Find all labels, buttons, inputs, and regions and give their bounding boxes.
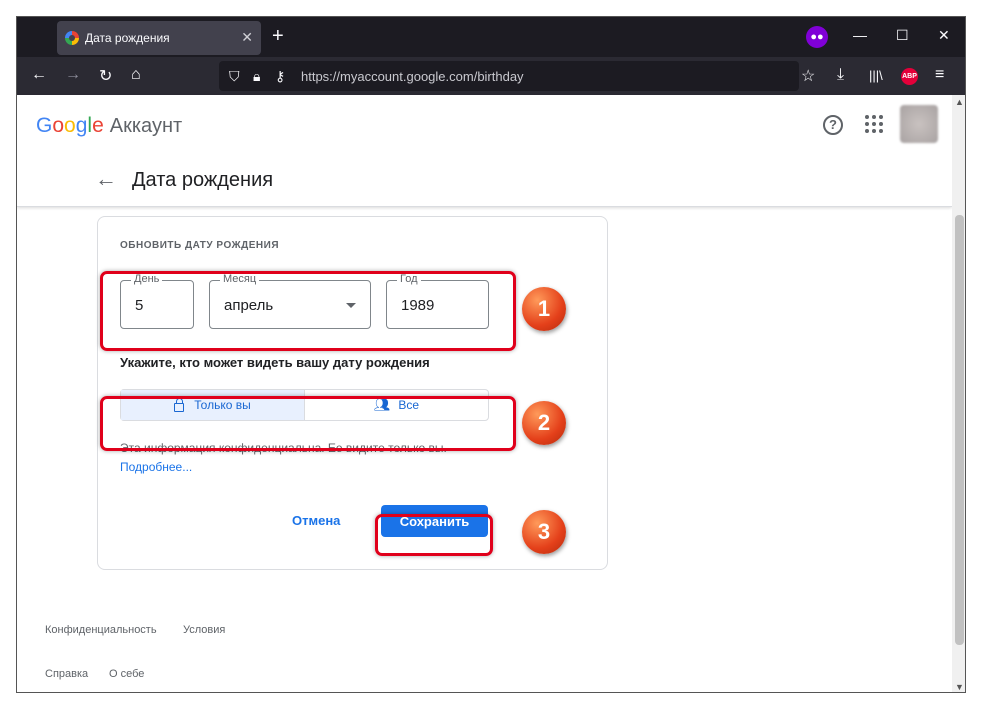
highlight-save-button — [375, 514, 493, 556]
maximize-button[interactable]: ☐ — [896, 27, 909, 44]
scroll-up-icon[interactable]: ▲ — [955, 97, 964, 107]
highlight-date-fields — [100, 271, 516, 351]
tab-bar: Дата рождения ✕ + ●● — ☐ ✕ — [17, 17, 965, 57]
footer-about-link[interactable]: О себе — [109, 668, 144, 680]
back-arrow-icon[interactable]: ← — [95, 166, 117, 192]
tab-title: Дата рождения — [85, 31, 170, 45]
cancel-button[interactable]: Отмена — [292, 513, 340, 528]
help-icon[interactable]: ? — [823, 115, 843, 135]
bookmark-star-icon[interactable]: ☆ — [801, 66, 815, 86]
back-arrow-icon[interactable]: ← — [31, 66, 47, 84]
section-title: ОБНОВИТЬ ДАТУ РОЖДЕНИЯ — [120, 240, 280, 251]
footer-help-link[interactable]: Справка — [45, 668, 88, 680]
learn-more-link[interactable]: Подробнее... — [120, 460, 192, 474]
step-badge-1: 1 — [522, 287, 566, 331]
product-name: Аккаунт — [109, 115, 183, 137]
step-badge-3: 3 — [522, 510, 566, 554]
key-icon[interactable]: ⚷ — [275, 68, 285, 85]
adblock-icon[interactable]: ABP — [901, 68, 918, 85]
step-badge-2: 2 — [522, 401, 566, 445]
navigation-bar: ← → ↻ ⌂ ⛉ 🔒︎ ⚷ ☆ ⤓ |||\ ABP ≡ — [17, 57, 965, 95]
forward-arrow-icon[interactable]: → — [65, 66, 81, 84]
account-header: Google Аккаунт ? ← Дата рождения — [17, 95, 952, 207]
footer-privacy-link[interactable]: Конфиденциальность — [45, 624, 157, 636]
tab-close-icon[interactable]: ✕ — [241, 29, 253, 46]
url-input[interactable] — [301, 67, 781, 85]
avatar[interactable] — [900, 105, 938, 143]
scrollbar-thumb[interactable] — [955, 215, 964, 645]
close-window-button[interactable]: ✕ — [938, 27, 950, 44]
scroll-down-icon[interactable]: ▼ — [955, 682, 964, 692]
highlight-visibility-toggle — [100, 396, 516, 451]
visibility-question: Укажите, кто может видеть вашу дату рожд… — [120, 355, 430, 370]
reload-icon[interactable]: ↻ — [99, 66, 112, 86]
padlock-icon[interactable]: 🔒︎ — [253, 68, 260, 85]
private-mask-icon[interactable]: ●● — [806, 26, 828, 48]
vertical-scrollbar[interactable]: ▲ ▼ — [952, 95, 965, 692]
minimize-button[interactable]: — — [853, 27, 867, 43]
library-icon[interactable]: |||\ — [869, 68, 883, 83]
address-bar[interactable]: ⛉ 🔒︎ ⚷ — [219, 61, 799, 91]
page-content: Google Аккаунт ? ← Дата рождения ОБНОВИТЬ… — [17, 95, 952, 692]
shield-icon[interactable]: ⛉ — [229, 68, 240, 85]
footer-terms-link[interactable]: Условия — [183, 624, 225, 636]
menu-icon[interactable]: ≡ — [935, 66, 944, 84]
new-tab-button[interactable]: + — [272, 26, 284, 46]
page-title: Дата рождения — [132, 169, 274, 191]
apps-grid-icon[interactable] — [865, 115, 883, 133]
download-icon[interactable]: ⤓ — [837, 66, 844, 84]
google-logo[interactable]: Google Аккаунт — [36, 114, 182, 138]
tab-birthday[interactable]: Дата рождения ✕ — [57, 21, 261, 55]
home-icon[interactable]: ⌂ — [131, 66, 141, 84]
google-favicon-icon — [65, 31, 79, 45]
browser-window: Дата рождения ✕ + ●● — ☐ ✕ ← → ↻ ⌂ ⛉ 🔒︎ … — [16, 16, 966, 693]
